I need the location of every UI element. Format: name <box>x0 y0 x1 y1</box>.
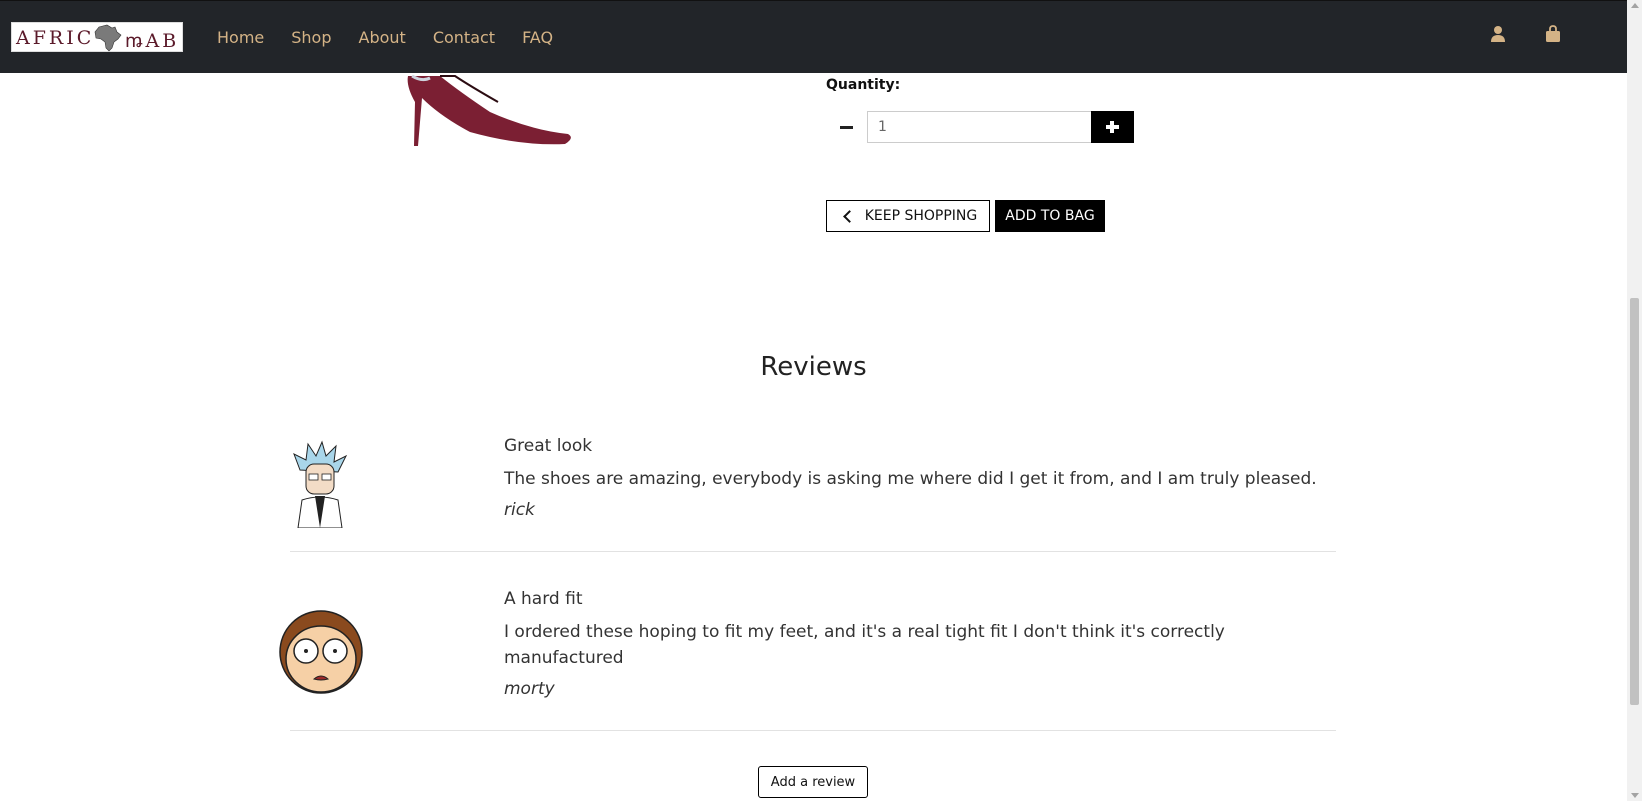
nav-link-contact[interactable]: Contact <box>433 28 495 47</box>
review-body: I ordered these hoping to fit my feet, a… <box>504 622 1225 668</box>
scroll-up-arrow-icon[interactable] <box>1631 3 1639 8</box>
logo-text-right: ꬺAB <box>125 30 180 52</box>
product-image <box>407 74 571 146</box>
review-divider <box>290 730 1336 731</box>
brand-logo[interactable]: AFRIC ꬺAB <box>11 22 183 52</box>
scrollbar[interactable] <box>1627 0 1642 801</box>
nav-links: Home Shop About Contact FAQ <box>217 1 580 73</box>
review-title: A hard fit <box>504 589 583 609</box>
add-review-button[interactable]: Add a review <box>758 766 868 798</box>
keep-shopping-label: KEEP SHOPPING <box>864 208 978 224</box>
reviewer-avatar-rick <box>293 440 348 528</box>
nav-link-shop[interactable]: Shop <box>291 28 331 47</box>
scrollbar-thumb[interactable] <box>1630 298 1639 705</box>
navbar: AFRIC ꬺAB Home Shop About Contact FAQ <box>0 0 1627 73</box>
add-to-bag-button[interactable]: ADD TO BAG <box>995 200 1105 232</box>
nav-link-about[interactable]: About <box>359 28 406 47</box>
keep-shopping-button[interactable]: KEEP SHOPPING <box>826 200 990 232</box>
scroll-down-arrow-icon[interactable] <box>1631 793 1639 798</box>
logo-text-left: AFRIC <box>16 27 95 49</box>
review-divider <box>290 551 1336 552</box>
review-author: rick <box>504 500 535 520</box>
reviewer-avatar-morty <box>279 610 363 694</box>
reviews-heading: Reviews <box>760 352 867 382</box>
quantity-input[interactable] <box>867 111 1092 143</box>
increment-quantity-button[interactable] <box>1091 111 1134 143</box>
shopping-bag-icon[interactable] <box>1545 25 1561 43</box>
review-title: Great look <box>504 436 593 456</box>
decrement-quantity-button[interactable] <box>836 111 858 143</box>
review-author: morty <box>504 679 555 699</box>
chevron-left-icon <box>842 209 856 223</box>
africa-map-icon <box>94 24 122 52</box>
quantity-label: Quantity: <box>826 77 901 93</box>
review-body: The shoes are amazing, everybody is aski… <box>504 469 1317 489</box>
nav-link-faq[interactable]: FAQ <box>522 28 553 47</box>
user-icon[interactable] <box>1490 25 1506 43</box>
nav-link-home[interactable]: Home <box>217 28 264 47</box>
